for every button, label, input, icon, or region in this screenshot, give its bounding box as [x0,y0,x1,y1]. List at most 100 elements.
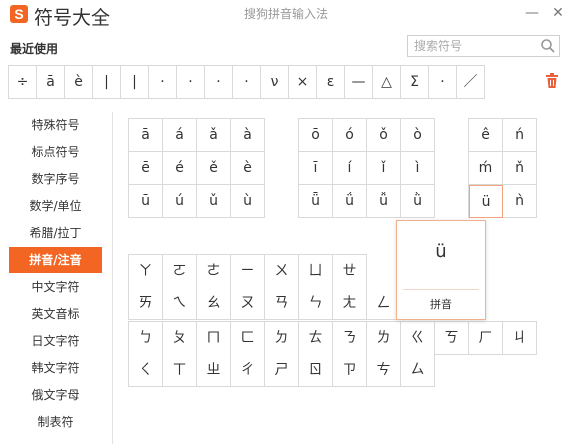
symbol-cell[interactable]: ǚ [367,185,401,218]
symbol-cell[interactable]: ㄜ [197,255,231,288]
symbol-cell[interactable]: ㄤ [333,287,367,320]
symbol-cell[interactable]: ㄇ [197,322,231,355]
sidebar-item[interactable]: 数学/单位 [9,193,102,219]
sidebar-item[interactable]: 希腊/拉丁 [9,220,102,246]
symbol-cell[interactable]: ㄅ [129,322,163,355]
symbol-cell[interactable]: ㄧ [231,255,265,288]
symbol-cell[interactable]: ǖ [299,185,333,218]
symbol-cell[interactable]: ā [129,119,163,152]
symbol-cell[interactable]: á [163,119,197,152]
symbol-cell[interactable]: ü [469,185,503,218]
symbol-cell[interactable]: ㄍ [401,322,435,355]
recent-symbol-cell[interactable]: · [233,66,261,98]
recent-symbol-cell[interactable]: × [289,66,317,98]
close-button[interactable]: ✕ [549,4,567,22]
recent-symbol-cell[interactable]: · [205,66,233,98]
search-input[interactable] [414,38,534,54]
symbol-cell[interactable]: ㄘ [367,354,401,387]
symbol-cell[interactable]: ó [333,119,367,152]
symbol-cell[interactable]: ú [163,185,197,218]
sidebar-item[interactable]: 中文字符 [9,274,102,300]
symbol-cell[interactable]: ḿ [469,152,503,185]
minimize-button[interactable]: — [523,4,541,22]
symbol-cell[interactable]: ㄡ [231,287,265,320]
symbol-cell[interactable]: ǒ [367,119,401,152]
symbol-cell[interactable]: ㄔ [231,354,265,387]
symbol-cell[interactable]: ㄕ [265,354,299,387]
recent-symbol-cell[interactable]: Σ [401,66,429,98]
recent-symbol-cell[interactable]: · [177,66,205,98]
recent-symbol-cell[interactable]: ν [261,66,289,98]
sidebar-item[interactable]: 拼音/注音 [9,247,102,273]
recent-symbol-cell[interactable]: | [93,66,121,98]
symbol-cell[interactable]: ㄉ [265,322,299,355]
symbol-cell[interactable]: ō [299,119,333,152]
symbol-cell[interactable]: ㄙ [401,354,435,387]
symbol-cell[interactable]: ㄛ [163,255,197,288]
symbol-cell[interactable]: ㄏ [469,322,503,355]
symbol-cell[interactable]: ㄊ [299,322,333,355]
recent-symbol-cell[interactable]: · [149,66,177,98]
symbol-cell[interactable]: ㄈ [231,322,265,355]
search-icon[interactable] [540,38,556,54]
symbol-cell[interactable]: ǜ [401,185,435,218]
symbol-cell[interactable]: ē [129,152,163,185]
search-box[interactable] [407,35,560,57]
symbol-cell[interactable]: ㄣ [299,287,333,320]
recent-symbol-cell[interactable]: ÷ [9,66,37,98]
symbol-cell[interactable]: ㄖ [299,354,333,387]
recent-symbol-cell[interactable]: ／ [457,66,485,98]
symbol-cell[interactable]: ń [503,119,537,152]
symbol-cell[interactable]: ㄩ [299,255,333,288]
symbol-cell[interactable]: è [231,152,265,185]
symbol-cell[interactable]: ㄨ [265,255,299,288]
trash-icon[interactable] [545,73,559,89]
symbol-cell[interactable]: ㄌ [367,322,401,355]
recent-symbol-cell[interactable]: · [429,66,457,98]
recent-symbol-cell[interactable]: | [121,66,149,98]
recent-symbol-cell[interactable]: è [65,66,93,98]
symbol-cell[interactable]: ê [469,119,503,152]
sidebar-item[interactable]: 韩文字符 [9,355,102,381]
sidebar-item[interactable]: 俄文字母 [9,382,102,408]
sidebar-item[interactable]: 制表符 [9,409,102,435]
symbol-cell[interactable]: ǔ [197,185,231,218]
symbol-cell[interactable]: à [231,119,265,152]
symbol-cell[interactable]: ㄐ [503,322,537,355]
recent-symbol-cell[interactable]: ε [317,66,345,98]
symbol-cell[interactable]: é [163,152,197,185]
recent-symbol-cell[interactable]: ā [37,66,65,98]
symbol-cell[interactable]: ㄠ [197,287,231,320]
symbol-cell[interactable]: ǐ [367,152,401,185]
recent-symbol-cell[interactable]: △ [373,66,401,98]
symbol-cell[interactable]: ī [299,152,333,185]
sidebar-item[interactable]: 标点符号 [9,139,102,165]
sidebar-item[interactable]: 日文字符 [9,328,102,354]
symbol-cell[interactable]: ㄋ [333,322,367,355]
symbol-cell[interactable]: ㄆ [163,322,197,355]
symbol-cell[interactable]: ě [197,152,231,185]
recent-symbol-cell[interactable]: — [345,66,373,98]
symbol-cell[interactable]: ㄢ [265,287,299,320]
symbol-cell[interactable]: ì [401,152,435,185]
symbol-cell[interactable]: ǘ [333,185,367,218]
symbol-cell[interactable]: ㄗ [333,354,367,387]
symbol-cell[interactable]: ㄟ [163,287,197,320]
symbol-cell[interactable]: ㄑ [129,354,163,387]
sidebar-item[interactable]: 特殊符号 [9,112,102,138]
symbol-cell[interactable]: ㄎ [435,322,469,355]
symbol-cell[interactable]: ù [231,185,265,218]
symbol-cell[interactable]: ㄚ [129,255,163,288]
symbol-cell[interactable]: ò [401,119,435,152]
symbol-cell[interactable]: ū [129,185,163,218]
symbol-cell[interactable]: ㄝ [333,255,367,288]
sidebar-item[interactable]: 数字序号 [9,166,102,192]
symbol-cell[interactable]: ㄞ [129,287,163,320]
sidebar-item[interactable]: 英文音标 [9,301,102,327]
symbol-cell[interactable]: í [333,152,367,185]
symbol-cell[interactable]: ㄓ [197,354,231,387]
symbol-cell[interactable]: ㄒ [163,354,197,387]
symbol-cell[interactable]: ǹ [503,185,537,218]
symbol-cell[interactable]: ň [503,152,537,185]
symbol-cell[interactable]: ǎ [197,119,231,152]
